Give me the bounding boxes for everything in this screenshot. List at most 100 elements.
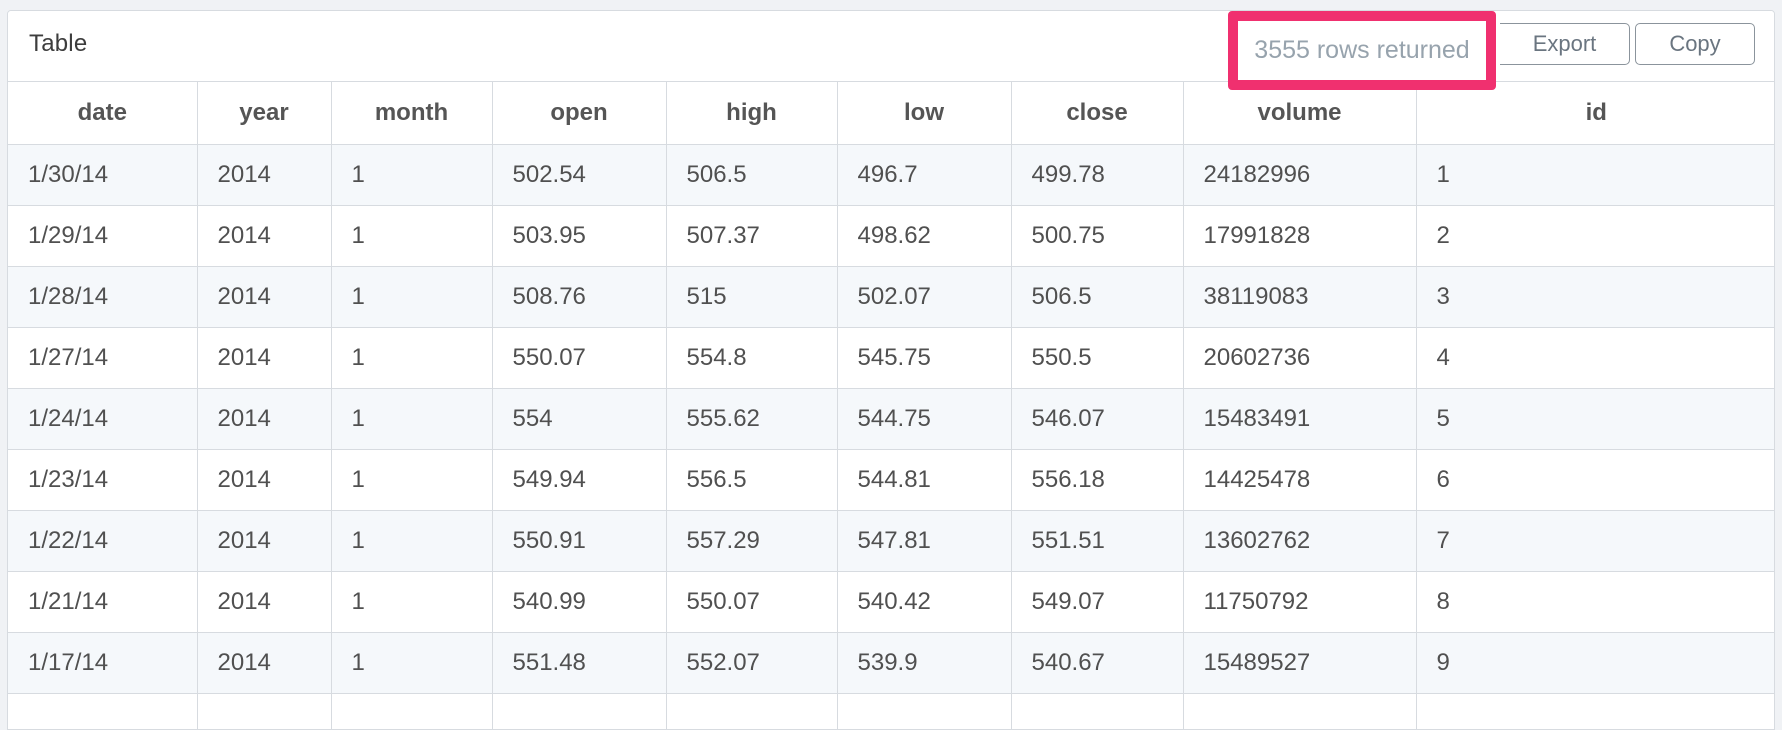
cell-month: 1: [331, 632, 493, 694]
cell-volume: 17991828: [1183, 205, 1417, 267]
cell-year: 2014: [197, 449, 332, 511]
cell-low: 540.42: [837, 571, 1012, 633]
cell-id: 9: [1416, 632, 1774, 694]
cell-month: 1: [331, 449, 493, 511]
table-panel: Table 3555 rows returned Export Copy dat…: [7, 10, 1775, 730]
column-header-open[interactable]: open: [492, 82, 667, 145]
cell-open: 540.99: [492, 571, 667, 633]
cell-open: 550.91: [492, 510, 667, 572]
cell-month: 1: [331, 571, 493, 633]
cell-high: 506.5: [666, 144, 838, 206]
cell-low: 539.9: [837, 632, 1012, 694]
cell-volume: 14425478: [1183, 449, 1417, 511]
cell-high: 550.07: [666, 571, 838, 633]
cell-month: 1: [331, 327, 493, 389]
table-row[interactable]: 1/22/14 2014 1 550.91 557.29 547.81 551.51 1360…: [8, 510, 1774, 572]
cell-date: 1/30/14: [8, 144, 198, 206]
copy-button[interactable]: Copy: [1635, 23, 1755, 65]
table-row[interactable]: 1/24/14 2014 1 554 555.62 544.75 546.07 1548349…: [8, 388, 1774, 450]
cell-high: 552.07: [666, 632, 838, 694]
column-header-id[interactable]: id: [1416, 82, 1774, 145]
cell-low: 498.62: [837, 205, 1012, 267]
cell-id: 1: [1416, 144, 1774, 206]
cell-open: 503.95: [492, 205, 667, 267]
export-button[interactable]: Export: [1500, 23, 1630, 65]
cell-low: 545.75: [837, 327, 1012, 389]
cell-open: 508.76: [492, 266, 667, 328]
cell-volume: 38119083: [1183, 266, 1417, 328]
column-header-high[interactable]: high: [666, 82, 838, 145]
cell-close: 549.07: [1011, 571, 1184, 633]
cell-month: 1: [331, 266, 493, 328]
cell-volume: 24182996: [1183, 144, 1417, 206]
table-row[interactable]: 1/21/14 2014 1 540.99 550.07 540.42 549.07 1175…: [8, 571, 1774, 633]
cell-volume: 13602762: [1183, 510, 1417, 572]
rows-returned-count: 3555 rows returned: [1228, 11, 1496, 90]
cell-close: 499.78: [1011, 144, 1184, 206]
table-row[interactable]: 1/30/14 2014 1 502.54 506.5 496.7 499.78 241829…: [8, 144, 1774, 206]
cell-date: 1/21/14: [8, 571, 198, 633]
cell-volume: 20602736: [1183, 327, 1417, 389]
cell-id: 3: [1416, 266, 1774, 328]
table-row[interactable]: 1/28/14 2014 1 508.76 515 502.07 506.5 38119083…: [8, 266, 1774, 328]
cell-high: 557.29: [666, 510, 838, 572]
cell-id: 8: [1416, 571, 1774, 633]
cell-volume: 11750792: [1183, 571, 1417, 633]
cell-year: 2014: [197, 571, 332, 633]
cell-low: 544.75: [837, 388, 1012, 450]
table-row[interactable]: 1/23/14 2014 1 549.94 556.5 544.81 556.18 14425…: [8, 449, 1774, 511]
cell-month: 1: [331, 144, 493, 206]
cell-id: 4: [1416, 327, 1774, 389]
cell-open: 549.94: [492, 449, 667, 511]
cell-open: 502.54: [492, 144, 667, 206]
cell-year: 2014: [197, 205, 332, 267]
cell-close: 500.75: [1011, 205, 1184, 267]
cell-low: 547.81: [837, 510, 1012, 572]
cell-year: 2014: [197, 327, 332, 389]
cell-id: 5: [1416, 388, 1774, 450]
cell-open: 551.48: [492, 632, 667, 694]
cell-month: 1: [331, 388, 493, 450]
column-header-month[interactable]: month: [331, 82, 493, 145]
column-header-year[interactable]: year: [197, 82, 332, 145]
cell-year: 2014: [197, 388, 332, 450]
cell-month: 1: [331, 205, 493, 267]
column-header-low[interactable]: low: [837, 82, 1012, 145]
cell-volume: 15483491: [1183, 388, 1417, 450]
cell-year: 2014: [197, 266, 332, 328]
cell-close: 556.18: [1011, 449, 1184, 511]
table-row[interactable]: 1/29/14 2014 1 503.95 507.37 498.62 500.75 1799…: [8, 205, 1774, 267]
cell-year: 2014: [197, 144, 332, 206]
cell-close: 546.07: [1011, 388, 1184, 450]
table-row[interactable]: 1/17/14 2014 1 551.48 552.07 539.9 540.67 15489…: [8, 632, 1774, 694]
cell-low: 544.81: [837, 449, 1012, 511]
cell-date: 1/29/14: [8, 205, 198, 267]
cell-id: 6: [1416, 449, 1774, 511]
table-row[interactable]: 1/27/14 2014 1 550.07 554.8 545.75 550.5 206027…: [8, 327, 1774, 389]
cell-volume: 15489527: [1183, 632, 1417, 694]
panel-title: Table: [29, 30, 88, 57]
column-header-volume[interactable]: volume: [1183, 82, 1417, 145]
cell-close: 506.5: [1011, 266, 1184, 328]
cell-low: 496.7: [837, 144, 1012, 206]
cell-year: 2014: [197, 632, 332, 694]
cell-date: 1/17/14: [8, 632, 198, 694]
cell-date: 1/22/14: [8, 510, 198, 572]
column-header-date[interactable]: date: [8, 82, 198, 145]
cell-date: 1/27/14: [8, 327, 198, 389]
cell-date: 1/24/14: [8, 388, 198, 450]
cell-close: 540.67: [1011, 632, 1184, 694]
cell-high: 556.5: [666, 449, 838, 511]
cell-date: 1/23/14: [8, 449, 198, 511]
cell-high: 507.37: [666, 205, 838, 267]
panel-header: Table 3555 rows returned Export Copy: [8, 11, 1774, 90]
cell-open: 550.07: [492, 327, 667, 389]
column-header-close[interactable]: close: [1011, 82, 1184, 145]
cell-close: 551.51: [1011, 510, 1184, 572]
cell-high: 555.62: [666, 388, 838, 450]
cell-open: 554: [492, 388, 667, 450]
cell-high: 515: [666, 266, 838, 328]
results-table: date year month open high low close volume id 1/…: [8, 82, 1774, 729]
cell-month: 1: [331, 510, 493, 572]
cell-date: 1/28/14: [8, 266, 198, 328]
